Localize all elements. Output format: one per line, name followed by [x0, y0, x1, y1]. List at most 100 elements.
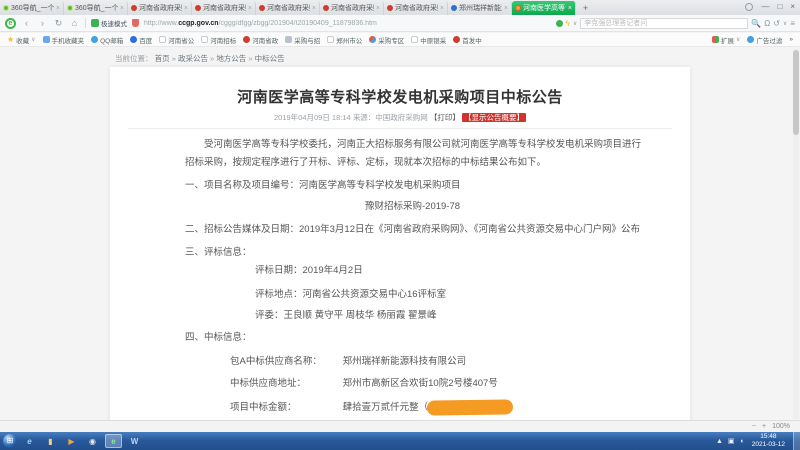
taskbar-ie-icon[interactable]: e [21, 434, 38, 448]
tab-label: 河南医学高等专科 [523, 5, 566, 12]
bookmark-procurement-bid[interactable]: 采购与招 [285, 35, 320, 45]
mode-label: 极速模式 [101, 21, 127, 28]
bookmark-baidu[interactable]: 百度 [130, 35, 152, 45]
adblock-icon [747, 36, 755, 43]
back-button[interactable]: ‹ [21, 18, 32, 28]
tab-henan-procurement-5[interactable]: 河南省政府采购网 × [384, 1, 448, 15]
network-icon[interactable]: ▣ [728, 437, 735, 445]
search-icon[interactable]: 🔍 [751, 19, 761, 28]
address-url[interactable]: http://www.ccgp.gov.cn/cggg/dfgg/zbgg/20… [144, 20, 377, 27]
zoom-out-button[interactable]: − [752, 423, 756, 430]
show-desktop-button[interactable] [793, 432, 800, 450]
taskbar-word-icon[interactable]: W [126, 434, 143, 448]
tab-label: 360导航_一个主页 [11, 5, 54, 12]
winner-label: 包A中标供应商名称： [230, 356, 322, 367]
menu-icon[interactable]: ≡ [790, 19, 795, 28]
print-button[interactable]: 【打印】 [430, 113, 460, 122]
user-avatar-icon[interactable] [745, 3, 754, 11]
tab-close-icon[interactable]: × [440, 5, 444, 12]
headset-icon[interactable]: Ω [764, 19, 770, 28]
taskbar-media-player-icon[interactable]: ▶ [63, 434, 80, 448]
breadcrumb-cat1-link[interactable]: 政采公告 [178, 54, 208, 63]
refresh-button[interactable]: ↻ [53, 18, 64, 29]
document-icon [411, 36, 419, 43]
volume-icon[interactable]: ◖ [740, 438, 744, 445]
bookmark-henan-public[interactable]: 河南省公 [159, 35, 194, 45]
tab-close-icon[interactable]: × [120, 5, 124, 12]
maximize-button[interactable]: □ [777, 2, 782, 12]
close-button[interactable]: × [790, 2, 795, 12]
winner-value: 郑州瑞祥新能源科技有限公司 [342, 356, 467, 367]
chevron-down-icon[interactable]: ∨ [783, 20, 787, 27]
speed-boost-icon[interactable]: ϟ [566, 19, 570, 28]
tab-label: 河南省政府采购网 [267, 5, 310, 12]
browser-status-bar: − + 100% [0, 420, 800, 432]
start-button[interactable]: ⊞ [3, 434, 17, 448]
home-button[interactable]: ⌂ [69, 18, 80, 28]
summary-badge-button[interactable]: 【显示公告概要】 [462, 113, 526, 122]
tab-close-icon[interactable]: × [248, 5, 252, 12]
tray-expand-icon[interactable]: ▲ [716, 438, 723, 445]
zoom-in-button[interactable]: + [762, 423, 766, 430]
bookmark-procurement-zone[interactable]: 采购专区 [369, 35, 404, 45]
chevron-down-icon[interactable]: ∨ [573, 20, 577, 27]
taskbar-360-browser-icon[interactable]: e [105, 434, 122, 448]
tab-close-icon[interactable]: × [568, 5, 572, 12]
bookmark-qq-mail[interactable]: QQ邮箱 [91, 35, 123, 45]
url-domain: ccgp.gov.cn [178, 19, 219, 27]
bookmark-favorites[interactable]: ★ 收藏 ∨ [7, 35, 36, 45]
window-controls: — □ × [745, 2, 795, 12]
breadcrumb-cat3-link[interactable]: 中标公告 [255, 54, 285, 63]
tab-close-icon[interactable]: × [376, 5, 380, 12]
breadcrumb-home-link[interactable]: 首页 [155, 54, 170, 63]
breadcrumb-cat2-link[interactable]: 地方公告 [216, 54, 246, 63]
tab-henan-procurement-3[interactable]: 河南省政府采购网 × [256, 1, 320, 15]
tab-label: 河南省政府采购网 [203, 5, 246, 12]
minimize-button[interactable]: — [761, 2, 769, 12]
page-scrollbar[interactable] [793, 49, 799, 419]
tab-henan-procurement-1[interactable]: 河南省政府采购网 × [128, 1, 192, 15]
project-number: 豫财招标采购-2019-78 [365, 201, 461, 212]
taskbar-clock[interactable]: 15:48 2021-03-12 [749, 433, 788, 449]
new-tab-button[interactable]: + [579, 2, 592, 14]
award-amount-row: 项目中标金额： 肆拾壹万贰仟元整（ [230, 399, 513, 416]
bookmarks-overflow-button[interactable]: » [789, 36, 793, 43]
restore-closed-tab-icon[interactable]: ↺ [773, 19, 780, 28]
evaluation-date: 评标日期：2019年4月2日 [255, 265, 363, 276]
tab-henan-medical-college-active[interactable]: 河南医学高等专科 × [512, 1, 576, 15]
taskbar-folder-icon[interactable]: ▮ [42, 434, 59, 448]
tab-henan-procurement-4[interactable]: 河南省政府采购网 × [320, 1, 384, 15]
tab-360-nav-1[interactable]: 360导航_一个主页 × [0, 1, 64, 15]
tab-henan-procurement-2[interactable]: 河南省政府采购网 × [192, 1, 256, 15]
phone-icon [42, 36, 50, 43]
bookmark-shoufa[interactable]: 首发中 [453, 35, 482, 45]
search-area: ϟ ∨ 🔍 Ω ↺ ∨ ≡ [555, 17, 795, 29]
tab-close-icon[interactable]: × [56, 5, 60, 12]
zoom-level: 100% [772, 423, 790, 430]
site-safety-icon[interactable] [132, 19, 139, 27]
bookmark-zhengzhou-public[interactable]: 郑州市公 [327, 35, 362, 45]
address-value: 郑州市高新区合欢街10院2号楼407号 [342, 378, 498, 389]
browser-logo-icon[interactable]: e [5, 17, 16, 29]
extensions-button[interactable]: 扩展 ∨ [711, 35, 740, 45]
tab-close-icon[interactable]: × [184, 5, 188, 12]
scrollbar-thumb[interactable] [793, 50, 799, 135]
document-icon [327, 36, 335, 43]
bookmark-zhongyuan-bank[interactable]: 中原银采 [411, 35, 446, 45]
site-points-icon[interactable] [555, 19, 563, 27]
red-site-icon [243, 36, 251, 43]
browser-mode-chip[interactable]: 极速模式 [91, 18, 127, 28]
bookmark-label: 收藏 [16, 37, 30, 45]
tab-360-nav-2[interactable]: 360导航_一个主页 × [64, 1, 128, 15]
adblock-button[interactable]: 广告过滤 [747, 35, 782, 45]
bookmark-mobile-favorites[interactable]: 手机收藏夹 [42, 35, 84, 45]
bookmark-henan-gov[interactable]: 河南省政 [243, 35, 278, 45]
tab-close-icon[interactable]: × [312, 5, 316, 12]
bookmark-henan-bidding[interactable]: 河南招标 [201, 35, 236, 45]
search-input[interactable] [580, 17, 749, 29]
tab-zhengzhou-ruixiang[interactable]: 郑州瑞祥新能源科技 × [448, 1, 512, 15]
taskbar-chrome-icon[interactable]: ◉ [84, 434, 101, 448]
forward-button[interactable]: › [37, 18, 48, 28]
announcement-card: 河南医学高等专科学校发电机采购项目中标公告 2019年04月09日 18:14 … [110, 67, 690, 420]
tab-close-icon[interactable]: × [504, 5, 508, 12]
